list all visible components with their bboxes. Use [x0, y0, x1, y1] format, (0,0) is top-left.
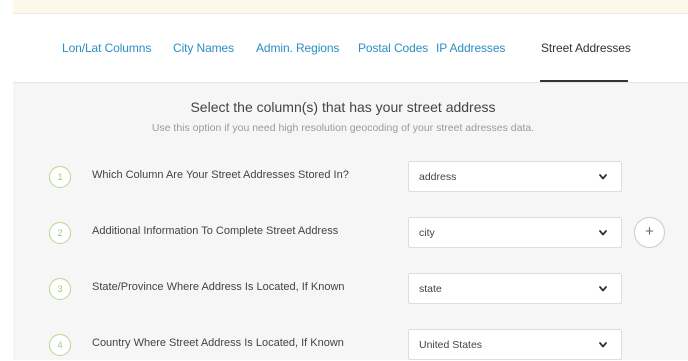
tab-city-names[interactable]: City Names: [173, 41, 234, 55]
add-column-button[interactable]: +: [634, 217, 665, 248]
tab-postal-codes[interactable]: Postal Codes: [358, 41, 428, 55]
chevron-down-icon: [599, 230, 607, 236]
tab-ip-addresses[interactable]: IP Addresses: [436, 41, 505, 55]
top-banner-strip: [13, 0, 688, 14]
plus-icon: +: [645, 223, 654, 240]
step-number-badge: 4: [49, 334, 71, 356]
step-number-badge: 1: [49, 166, 71, 188]
street-address-form: Select the column(s) that has your stree…: [13, 83, 688, 360]
tab-admin-regions[interactable]: Admin. Regions: [256, 41, 339, 55]
step-label: Additional Information To Complete Stree…: [92, 225, 339, 237]
tab-lon-lat-columns[interactable]: Lon/Lat Columns: [62, 41, 151, 55]
step-label: Country Where Street Address Is Located,…: [92, 337, 344, 349]
select-value: United States: [419, 339, 483, 351]
step-number-badge: 3: [49, 278, 71, 300]
state-province-select[interactable]: state: [408, 273, 622, 304]
address-column-select[interactable]: address: [408, 161, 622, 192]
chevron-down-icon: [599, 286, 607, 292]
step-row-1: 1 Which Column Are Your Street Addresses…: [13, 161, 688, 193]
step-row-3: 3 State/Province Where Address Is Locate…: [13, 273, 688, 305]
tab-bar: Lon/Lat Columns City Names Admin. Region…: [13, 14, 688, 83]
step-row-4: 4 Country Where Street Address Is Locate…: [13, 329, 688, 361]
step-label: State/Province Where Address Is Located,…: [92, 281, 345, 293]
section-subtitle: Use this option if you need high resolut…: [151, 122, 535, 134]
active-tab-indicator: [540, 80, 628, 82]
geocoding-panel: Lon/Lat Columns City Names Admin. Region…: [13, 14, 688, 360]
step-number-badge: 2: [49, 222, 71, 244]
additional-info-select[interactable]: city: [408, 217, 622, 248]
select-value: address: [419, 171, 457, 183]
select-value: city: [419, 227, 435, 239]
select-value: state: [419, 283, 442, 295]
tab-street-addresses[interactable]: Street Addresses: [541, 41, 631, 55]
section-title: Select the column(s) that has your stree…: [190, 99, 496, 115]
chevron-down-icon: [599, 174, 607, 180]
chevron-down-icon: [599, 342, 607, 348]
country-select[interactable]: United States: [408, 329, 622, 360]
step-label: Which Column Are Your Street Addresses S…: [92, 169, 349, 181]
step-row-2: 2 Additional Information To Complete Str…: [13, 217, 688, 249]
